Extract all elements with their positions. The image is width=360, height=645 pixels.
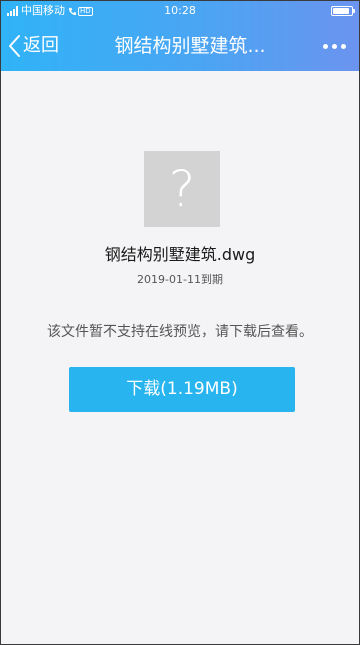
unknown-file-icon: ? — [144, 151, 220, 227]
header-area: 中国移动 HD 10:28 返回 钢结构别墅建筑... — [1, 1, 359, 71]
file-preview-screen: 中国移动 HD 10:28 返回 钢结构别墅建筑... ? 钢结构别墅建筑.dw… — [0, 0, 360, 645]
more-dot-icon — [322, 43, 328, 49]
back-button[interactable]: 返回 — [7, 21, 59, 71]
more-options-button[interactable] — [317, 21, 351, 71]
back-label: 返回 — [23, 35, 59, 56]
status-bar: 中国移动 HD 10:28 — [1, 1, 359, 21]
more-dot-icon — [331, 43, 337, 49]
expire-date: 2019-01-11到期 — [137, 273, 223, 286]
nav-bar: 返回 钢结构别墅建筑... — [1, 21, 359, 71]
battery-level-fill — [333, 8, 349, 14]
file-name: 钢结构别墅建筑.dwg — [104, 245, 256, 264]
chevron-left-icon — [9, 35, 20, 57]
download-button[interactable]: 下载(1.19MB) — [69, 367, 295, 412]
status-time: 10:28 — [164, 4, 196, 17]
preview-unsupported-notice: 该文件暂不支持在线预览，请下载后查看。 — [47, 324, 313, 340]
battery-icon — [331, 6, 355, 16]
more-dot-icon — [340, 43, 346, 49]
page-title: 钢结构别墅建筑... — [114, 35, 266, 57]
status-right — [331, 1, 355, 21]
